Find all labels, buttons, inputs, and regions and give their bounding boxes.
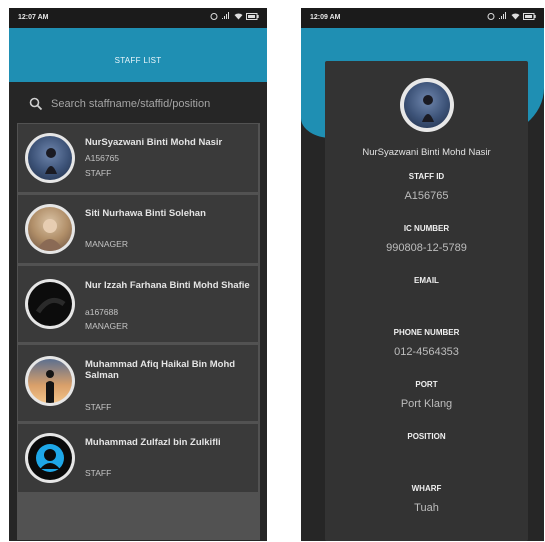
abstract-avatar-icon: [35, 297, 66, 314]
staff-name: NurSyazwani Binti Mohd Nasir: [85, 137, 223, 148]
avatar: [25, 433, 75, 483]
staff-list-screen: 12:07 AM STAFF LIST NurSyazwani Binti Mo…: [9, 8, 267, 541]
alarm-icon: [210, 13, 218, 20]
wharf-value: Tuah: [414, 502, 439, 514]
status-time: 12:07 AM: [18, 14, 49, 21]
search-bar[interactable]: [29, 95, 259, 113]
alarm-icon: [487, 13, 495, 20]
ic-number-value: 990808-12-5789: [386, 242, 467, 254]
signal-icon: [499, 12, 506, 19]
staff-id-label: STAFF ID: [408, 172, 445, 181]
staff-position: STAFF: [85, 168, 112, 178]
port-value: Port Klang: [400, 398, 453, 410]
profile-name: NurSyazwani Binti Mohd Nasir: [362, 147, 491, 158]
staff-position: MANAGER: [85, 321, 128, 331]
person-silhouette-icon: [46, 370, 54, 403]
profile-avatar: [400, 78, 454, 132]
search-icon: [29, 97, 43, 111]
staff-card[interactable]: Muhammad Zulfazl bin Zulkifli STAFF: [18, 424, 258, 492]
position-label: POSITION: [407, 432, 446, 441]
signal-icon: [222, 12, 229, 19]
email-label: EMAIL: [414, 276, 439, 285]
status-bar: 12:09 AM: [301, 8, 544, 28]
staff-position: STAFF: [85, 402, 112, 412]
battery-icon: [523, 12, 536, 20]
staff-list[interactable]: NurSyazwani Binti Mohd Nasir A156765 STA…: [17, 123, 260, 540]
profile-card: NurSyazwani Binti Mohd Nasir STAFF ID A1…: [325, 61, 528, 541]
wifi-icon: [234, 13, 243, 20]
phone-number-label: PHONE NUMBER: [393, 328, 460, 337]
staff-position: STAFF: [85, 468, 112, 478]
wifi-icon: [511, 13, 520, 20]
port-label: PORT: [415, 380, 438, 389]
staff-card[interactable]: Nur Izzah Farhana Binti Mohd Shafie a167…: [18, 266, 258, 342]
avatar: [25, 204, 75, 254]
staff-card[interactable]: Siti Nurhawa Binti Solehan MANAGER: [18, 195, 258, 263]
ic-number-label: IC NUMBER: [403, 224, 450, 233]
staff-id: a167688: [85, 307, 119, 317]
wharf-label: WHARF: [411, 484, 442, 493]
staff-id-value: A156765: [404, 190, 449, 202]
page-title: STAFF LIST: [114, 56, 162, 65]
phone-number-value: 012-4564353: [394, 346, 459, 358]
staff-detail-screen: 12:09 AM NurSyazwani Binti Mohd Nasir ST…: [301, 8, 544, 541]
staff-id: A156765: [85, 153, 120, 163]
default-user-icon: [36, 444, 64, 472]
staff-name: Muhammad Afiq Haikal Bin Mohd Salman: [85, 359, 236, 381]
staff-position: MANAGER: [85, 239, 128, 249]
app-bar: STAFF LIST: [9, 28, 267, 82]
avatar: [25, 133, 75, 183]
staff-name: Siti Nurhawa Binti Solehan: [85, 208, 206, 219]
staff-name: Nur Izzah Farhana Binti Mohd Shafie: [85, 280, 250, 291]
person-silhouette-icon: [45, 148, 57, 174]
search-input[interactable]: [51, 98, 251, 110]
status-bar: 12:07 AM: [9, 8, 267, 28]
staff-card[interactable]: NurSyazwani Binti Mohd Nasir A156765 STA…: [18, 124, 258, 192]
avatar: [25, 356, 75, 406]
staff-name: Muhammad Zulfazl bin Zulkifli: [85, 437, 221, 448]
battery-icon: [246, 12, 259, 20]
staff-card[interactable]: Muhammad Afiq Haikal Bin Mohd Salman STA…: [18, 345, 258, 421]
person-silhouette-icon: [422, 95, 434, 122]
person-photo-icon: [36, 219, 64, 251]
status-time: 12:09 AM: [310, 14, 341, 21]
avatar: [25, 279, 75, 329]
